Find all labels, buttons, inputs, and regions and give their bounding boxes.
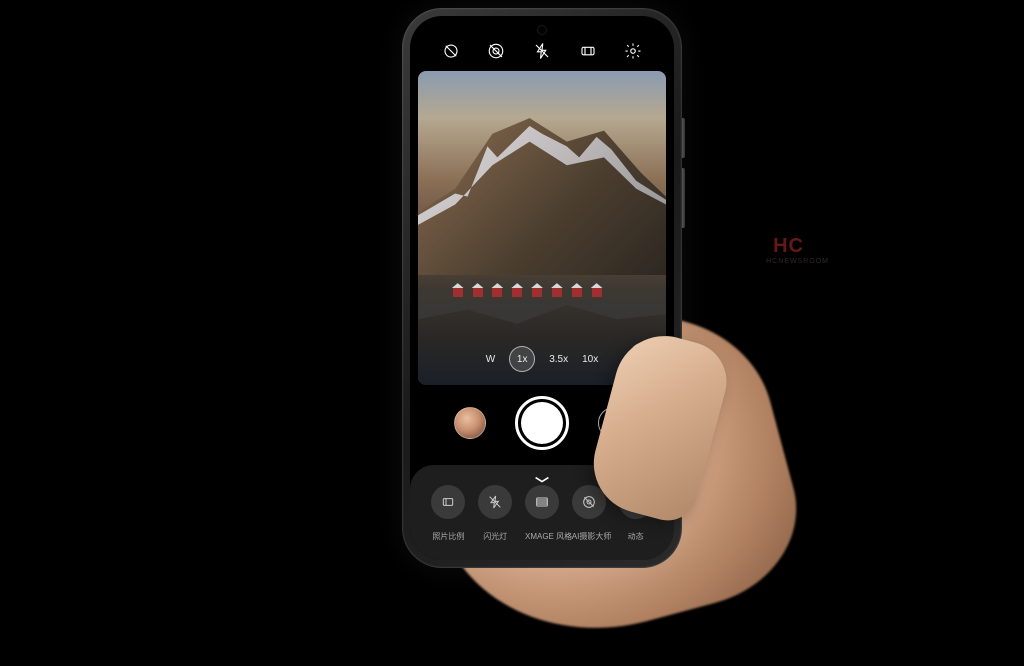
camera-top-toolbar — [410, 41, 674, 61]
front-camera-hole — [538, 26, 546, 34]
zoom-3.5x-button[interactable]: 3.5x — [549, 354, 568, 365]
watermark-logo: HC — [773, 235, 804, 258]
aspect-ratio-label: 照片比例 — [431, 531, 465, 542]
settings-icon[interactable] — [623, 41, 643, 61]
aspect-ratio-icon[interactable] — [578, 41, 598, 61]
filter-off-icon[interactable] — [486, 41, 506, 61]
gallery-thumbnail[interactable] — [454, 407, 486, 439]
aspect-ratio-setting-button[interactable] — [431, 485, 465, 519]
xmage-style-button[interactable] — [525, 485, 559, 519]
motion-label: 动态 — [619, 531, 653, 542]
zoom-wide-button[interactable]: W — [486, 354, 495, 365]
power-button — [682, 168, 685, 228]
scene-houses — [443, 285, 641, 297]
flash-setting-button[interactable] — [478, 485, 512, 519]
shutter-inner — [521, 402, 563, 444]
volume-button — [682, 118, 685, 158]
flash-label: 闪光灯 — [478, 531, 512, 542]
camera-viewfinder[interactable] — [418, 71, 666, 385]
shutter-button[interactable] — [515, 396, 569, 450]
zoom-1x-button[interactable]: 1x — [509, 346, 535, 372]
quick-settings-labels: 照片比例 闪光灯 XMAGE 风格 AI摄影大师 动态 — [410, 531, 674, 542]
ai-label: AI摄影大师 — [572, 531, 606, 542]
ai-master-off-icon[interactable] — [441, 41, 461, 61]
zoom-10x-button[interactable]: 10x — [582, 354, 598, 365]
xmage-label: XMAGE 风格 — [525, 531, 559, 542]
flash-off-icon[interactable] — [532, 41, 552, 61]
watermark-text: HCNEWSROOM — [766, 258, 829, 265]
zoom-controls: W 1x 3.5x 10x — [410, 346, 674, 372]
